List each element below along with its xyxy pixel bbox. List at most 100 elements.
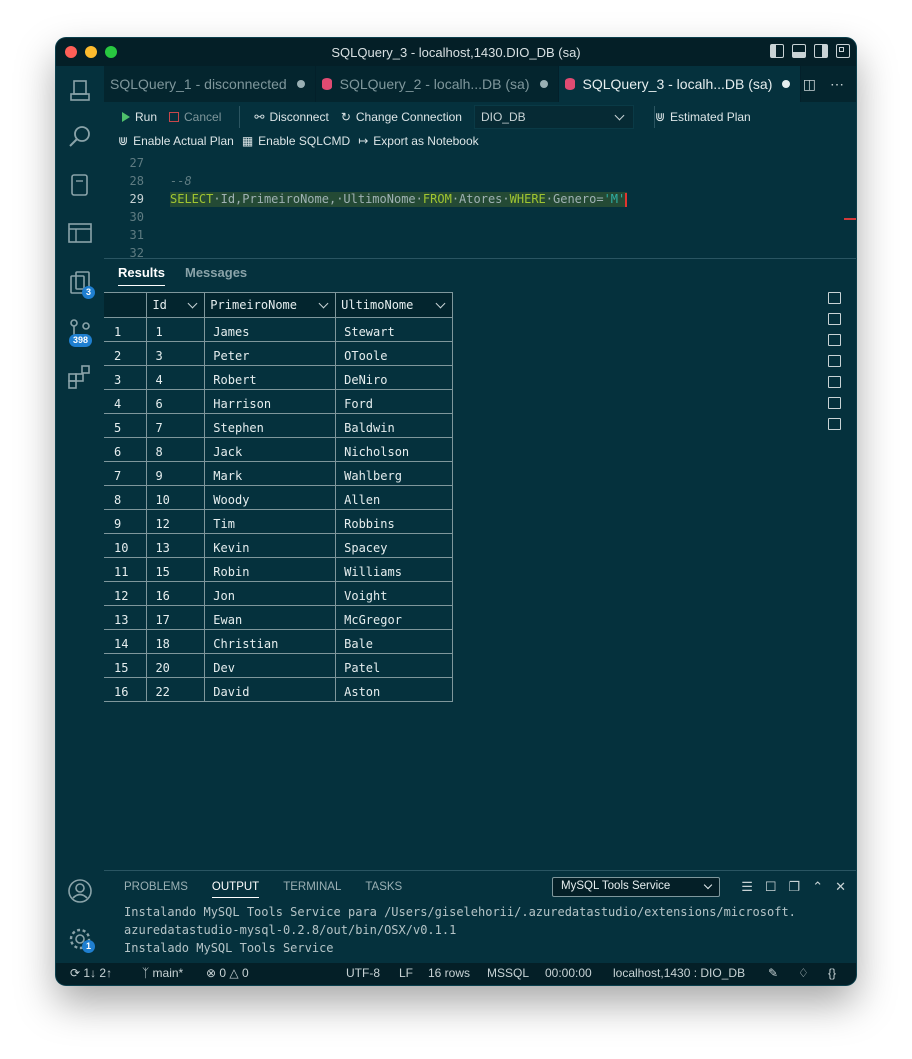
row-number-cell[interactable]: 6 (104, 437, 148, 462)
row-number-cell[interactable]: 14 (104, 629, 148, 654)
problems-status[interactable]: ⊗ 0 △ 0 (206, 966, 249, 980)
table-cell[interactable]: Christian (204, 629, 337, 654)
minimize-window-button[interactable] (85, 46, 97, 58)
dashboard-icon[interactable] (67, 220, 93, 246)
column-header-id[interactable]: Id (146, 292, 206, 318)
chevron-down-icon[interactable] (187, 298, 198, 309)
row-number-cell[interactable]: 5 (104, 413, 148, 438)
row-number-cell[interactable]: 2 (104, 341, 148, 366)
servers-icon[interactable] (67, 78, 93, 104)
braces-icon[interactable]: {} (828, 966, 836, 980)
row-number-cell[interactable]: 1 (104, 317, 148, 342)
row-number-cell[interactable]: 15 (104, 653, 148, 678)
table-cell[interactable]: 6 (146, 389, 206, 414)
table-cell[interactable]: Stewart (335, 317, 453, 342)
more-actions-icon[interactable]: ⋯ (830, 76, 844, 93)
save-csv-icon[interactable] (828, 292, 841, 304)
table-row[interactable]: 3 4 Robert DeNiro (104, 365, 453, 390)
table-row[interactable]: 6 8 Jack Nicholson (104, 437, 453, 462)
column-header-primeironome[interactable]: PrimeiroNome (204, 292, 337, 318)
row-number-cell[interactable]: 3 (104, 365, 148, 390)
enable-sqlcmd-button[interactable]: ▦ Enable SQLCMD (242, 134, 350, 148)
table-cell[interactable]: 9 (146, 461, 206, 486)
close-icon[interactable]: ✕ (835, 879, 846, 895)
table-cell[interactable]: Williams (335, 557, 453, 582)
zoom-window-button[interactable] (105, 46, 117, 58)
customize-layout-icon[interactable] (836, 44, 850, 58)
table-cell[interactable]: Bale (335, 629, 453, 654)
encoding-status[interactable]: UTF-8 (346, 966, 380, 980)
row-number-cell[interactable]: 4 (104, 389, 148, 414)
table-cell[interactable]: 4 (146, 365, 206, 390)
table-cell[interactable]: Robert (204, 365, 337, 390)
table-cell[interactable]: 1 (146, 317, 206, 342)
connection-status[interactable]: localhost,1430 : DIO_DB (613, 966, 745, 980)
table-cell[interactable]: Stephen (204, 413, 337, 438)
disconnect-button[interactable]: ⚯ Disconnect (254, 110, 328, 124)
table-row[interactable]: 8 10 Woody Allen (104, 485, 453, 510)
table-cell[interactable]: Jack (204, 437, 337, 462)
row-number-cell[interactable]: 7 (104, 461, 148, 486)
table-cell[interactable]: OToole (335, 341, 453, 366)
table-cell[interactable]: Robin (204, 557, 337, 582)
save-excel-icon[interactable] (828, 313, 841, 325)
table-cell[interactable]: Baldwin (335, 413, 453, 438)
table-cell[interactable]: 18 (146, 629, 206, 654)
export-notebook-button[interactable]: ↦ Export as Notebook (358, 134, 478, 148)
source-control-activity[interactable]: 398 (56, 314, 104, 354)
sql-editor[interactable]: 27 28 29 30 31 32 --8 SELECT·Id,Primeiro… (104, 154, 856, 260)
change-connection-button[interactable]: ↻ Change Connection (341, 110, 462, 124)
save-json-icon[interactable] (828, 334, 841, 346)
table-row[interactable]: 14 18 Christian Bale (104, 629, 453, 654)
table-cell[interactable]: Ford (335, 389, 453, 414)
table-cell[interactable]: James (204, 317, 337, 342)
table-cell[interactable]: 20 (146, 653, 206, 678)
table-cell[interactable]: Jon (204, 581, 337, 606)
table-row[interactable]: 9 12 Tim Robbins (104, 509, 453, 534)
eol-status[interactable]: LF (399, 966, 413, 980)
table-cell[interactable]: Woody (204, 485, 337, 510)
table-cell[interactable]: 16 (146, 581, 206, 606)
table-row[interactable]: 1 1 James Stewart (104, 317, 453, 342)
close-window-button[interactable] (65, 46, 77, 58)
save-xml-icon[interactable] (828, 355, 841, 367)
cancel-button[interactable]: Cancel (169, 110, 221, 124)
table-cell[interactable]: 13 (146, 533, 206, 558)
tab-sqlquery-1[interactable]: SQLQuery_1 - disconnected (104, 66, 316, 102)
table-cell[interactable]: 7 (146, 413, 206, 438)
manage-activity[interactable]: 1 (56, 922, 104, 958)
chevron-down-icon[interactable] (435, 298, 446, 309)
table-cell[interactable]: 10 (146, 485, 206, 510)
table-cell[interactable]: 15 (146, 557, 206, 582)
row-number-cell[interactable]: 9 (104, 509, 148, 534)
table-cell[interactable]: Ewan (204, 605, 337, 630)
split-editor-icon[interactable]: ◫ (803, 76, 816, 93)
tab-output[interactable]: OUTPUT (211, 881, 260, 898)
table-cell[interactable]: David (204, 677, 337, 702)
table-cell[interactable]: Harrison (204, 389, 337, 414)
account-icon[interactable] (67, 878, 93, 904)
feedback-icon[interactable]: ✎ (768, 966, 778, 980)
table-row[interactable]: 16 22 David Aston (104, 677, 453, 702)
visualizer-icon[interactable] (828, 418, 841, 430)
table-cell[interactable]: Peter (204, 341, 337, 366)
table-cell[interactable]: Robbins (335, 509, 453, 534)
maximize-panel-icon[interactable]: ⌃ (812, 879, 823, 895)
chevron-down-icon[interactable] (318, 298, 329, 309)
table-cell[interactable]: 22 (146, 677, 206, 702)
table-cell[interactable]: Aston (335, 677, 453, 702)
estimated-plan-button[interactable]: ⋓ Estimated Plan (655, 110, 751, 124)
toggle-panel-icon[interactable] (792, 44, 806, 58)
row-number-cell[interactable]: 16 (104, 677, 148, 702)
copy-output-icon[interactable]: ❐ (789, 879, 801, 895)
table-row[interactable]: 10 13 Kevin Spacey (104, 533, 453, 558)
bell-icon[interactable]: ♢ (798, 966, 809, 980)
table-cell[interactable]: Mark (204, 461, 337, 486)
table-cell[interactable]: 17 (146, 605, 206, 630)
table-cell[interactable]: Wahlberg (335, 461, 453, 486)
table-cell[interactable]: 12 (146, 509, 206, 534)
table-cell[interactable]: Allen (335, 485, 453, 510)
table-row[interactable]: 5 7 Stephen Baldwin (104, 413, 453, 438)
table-row[interactable]: 11 15 Robin Williams (104, 557, 453, 582)
sync-status[interactable]: ⟳ 1↓ 2↑ (70, 966, 112, 980)
